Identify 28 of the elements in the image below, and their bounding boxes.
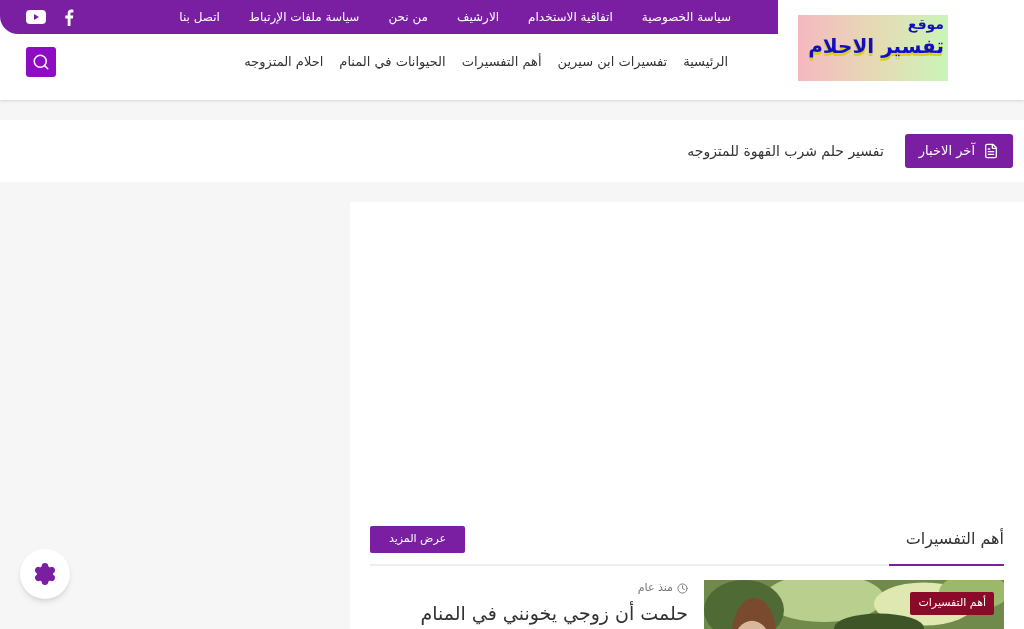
top-link[interactable]: اتصل بنا	[179, 8, 220, 26]
document-icon	[983, 143, 999, 159]
search-icon	[32, 53, 50, 71]
settings-button[interactable]	[20, 549, 70, 599]
logo-caption: موقع	[907, 16, 944, 34]
post-time: منذ عام	[637, 580, 673, 596]
post-title[interactable]: حلمت أن زوجي يخونني في المنام	[420, 598, 688, 627]
youtube-icon[interactable]	[26, 10, 46, 24]
more-button[interactable]: عرض المزيد	[370, 525, 465, 553]
latest-news-label: آخر الاخبار	[904, 134, 1013, 168]
top-link[interactable]: من نحن	[388, 8, 428, 26]
top-link[interactable]: اتفاقية الاستخدام	[528, 8, 613, 26]
section-title: أهم التفسيرات	[905, 527, 1004, 551]
top-link[interactable]: الارشيف	[457, 8, 500, 26]
logo-title: تفسير الاحلام	[808, 33, 944, 59]
site-logo[interactable]: موقع تفسير الاحلام	[798, 15, 948, 81]
nav-link[interactable]: تفسيرات ابن سيرين	[557, 52, 668, 72]
nav-link[interactable]: أهم التفسيرات	[461, 52, 542, 72]
clock-icon	[677, 582, 688, 594]
nav-link[interactable]: الرئيسية	[683, 52, 728, 72]
category-badge[interactable]: أهم التفسيرات	[910, 592, 994, 615]
nav-link[interactable]: الحيوانات في المنام	[339, 52, 446, 72]
facebook-icon[interactable]	[64, 8, 74, 26]
top-link[interactable]: سياسة ملفات الإرتباط	[248, 8, 360, 26]
top-link[interactable]: سياسة الخصوصية	[641, 8, 731, 26]
ticker-headline[interactable]: تفسير حلم شرب القهوة للمتزوجه	[687, 140, 884, 162]
nav-link[interactable]: احلام المتزوجه	[244, 52, 324, 72]
search-button[interactable]	[26, 47, 56, 77]
